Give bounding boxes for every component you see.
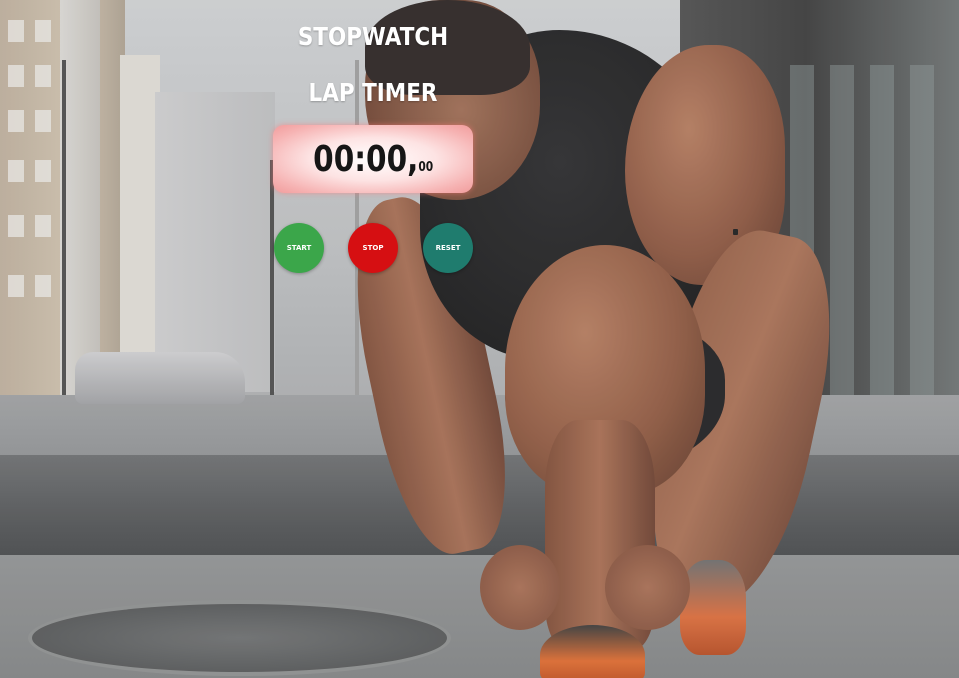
timer-main-digits: 00:00, [312, 138, 419, 180]
stop-button[interactable]: STOP [348, 223, 398, 273]
reset-button[interactable]: RESET [423, 223, 473, 273]
mouse-cursor-icon [733, 229, 738, 235]
timer-display: 00:00,00 [273, 125, 473, 193]
app-subtitle: LAP TIMER [308, 78, 438, 107]
app-stage: STOPWATCH LAP TIMER 00:00,00 START STOP … [0, 0, 959, 678]
background-photo [0, 0, 959, 678]
app-title: STOPWATCH [297, 22, 449, 51]
background-overlay [0, 0, 959, 678]
timer-milliseconds: 00 [418, 159, 434, 175]
start-button[interactable]: START [274, 223, 324, 273]
timer-readout: 00:00,00 [313, 139, 433, 180]
